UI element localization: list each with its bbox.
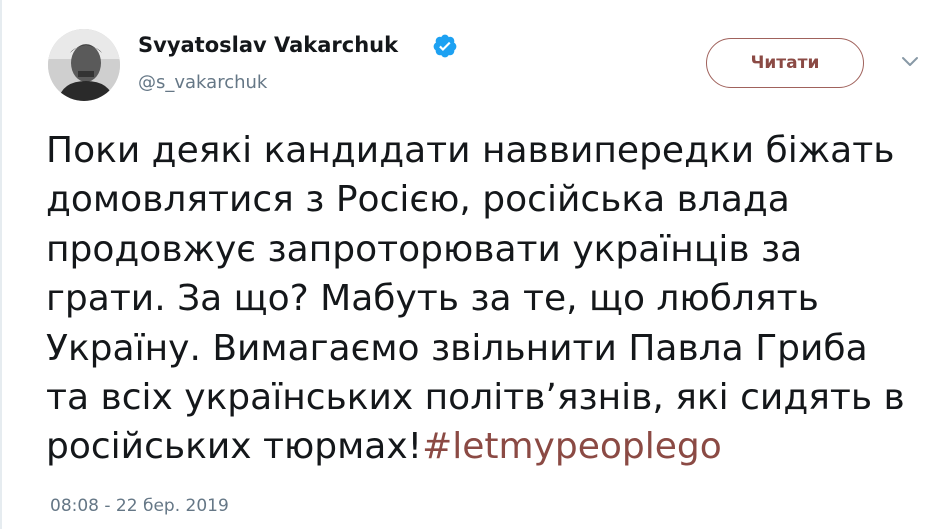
avatar-image xyxy=(48,29,120,101)
tweet-line: та всіх українських політв’язнів, які си… xyxy=(46,377,905,419)
author-handle[interactable]: @s_vakarchuk xyxy=(138,72,267,93)
tweet-line: домовлятися з Росією, російська влада xyxy=(46,179,790,221)
tweet-timestamp[interactable]: 08:08 - 22 бер. 2019 xyxy=(50,496,229,516)
chevron-down-icon[interactable] xyxy=(900,55,920,69)
author-name[interactable]: Svyatoslav Vakarchuk xyxy=(138,33,398,57)
left-border xyxy=(0,0,2,529)
tweet-text: Поки деякі кандидати наввипередки біжать… xyxy=(46,126,926,472)
tweet-line: Україну. Вимагаємо звільнити Павла Гриба xyxy=(46,327,868,369)
tweet-line: продовжує запроторювати українців за xyxy=(46,228,803,270)
tweet-line: Поки деякі кандидати наввипередки біжать xyxy=(46,130,895,171)
tweet-line: грати. За що? Мабуть за те, що люблять xyxy=(46,278,819,320)
tweet-line-last: російських тюрмах!#letmypeoplego xyxy=(46,422,926,471)
tweet-line-text: російських тюрмах! xyxy=(46,426,423,468)
verified-badge-icon xyxy=(433,34,457,58)
avatar[interactable] xyxy=(48,29,120,101)
hashtag-link[interactable]: #letmypeoplego xyxy=(422,426,722,467)
follow-button[interactable]: Читати xyxy=(706,38,864,88)
